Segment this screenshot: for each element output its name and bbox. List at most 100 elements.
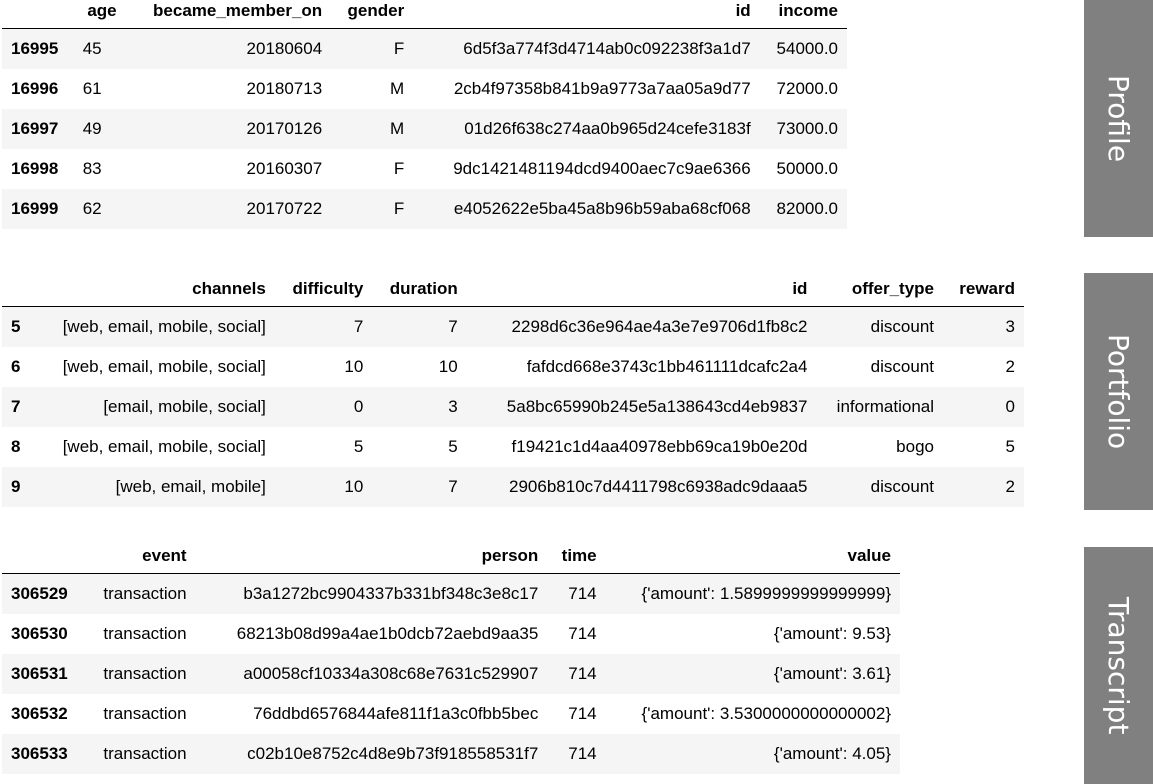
cell-reward: 2: [1005, 356, 1015, 376]
cell-gender: M: [390, 118, 405, 138]
cell-income: 73000.0: [776, 118, 838, 138]
row-index: 306530: [11, 623, 68, 643]
table-header-row: age became_member_on gender id income: [2, 0, 847, 29]
cell-difficulty: 10: [344, 476, 364, 496]
cell-id: 2906b810c7d4411798c6938adc9daaa5: [509, 476, 808, 496]
column-header-duration: duration: [372, 272, 467, 307]
cell-id: 2298d6c36e964ae4a3e7e9706d1fb8c2: [511, 316, 808, 336]
cell-income: 50000.0: [776, 158, 838, 178]
cell-duration: 5: [448, 436, 458, 456]
table-row: 306529 transaction b3a1272bc9904337b331b…: [2, 573, 900, 614]
cell-event: transaction: [103, 583, 187, 603]
cell-id: 6d5f3a774f3d4714ab0c092238f3a1d7: [463, 38, 751, 58]
cell-id: 2cb4f97358b841b9a9773a7aa05a9d77: [453, 78, 751, 98]
cell-channels: [web, email, mobile, social]: [62, 316, 266, 336]
cell-event: transaction: [103, 703, 187, 723]
cell-age: 49: [82, 118, 102, 138]
cell-income: 72000.0: [776, 78, 838, 98]
cell-id: e4052622e5ba45a8b96b59aba68cf068: [453, 198, 751, 218]
cell-id: 01d26f638c274aa0b965d24cefe3183f: [464, 118, 751, 138]
cell-channels: [email, mobile, social]: [103, 396, 266, 416]
row-index: 16997: [11, 118, 59, 138]
column-header-id: id: [413, 0, 760, 29]
cell-time: 714: [568, 583, 597, 603]
profile-label-text: Profile: [1102, 74, 1135, 163]
cell-id: f19421c1d4aa40978ebb69ca19b0e20d: [511, 436, 808, 456]
cell-channels: [web, email, mobile, social]: [62, 436, 266, 456]
cell-difficulty: 7: [353, 316, 364, 336]
cell-offer-type: discount: [870, 356, 934, 376]
cell-income: 82000.0: [776, 198, 838, 218]
table-row: 16997 49 20170126 M 01d26f638c274aa0b965…: [2, 108, 847, 149]
cell-value: {'amount': 3.61}: [773, 663, 891, 683]
cell-offer-type: discount: [870, 476, 934, 496]
table-row: 306531 transaction a00058cf10334a308c68e…: [2, 653, 900, 694]
table-row: 306532 transaction 76ddbd6576844afe811f1…: [2, 694, 900, 734]
column-header-gender: gender: [331, 0, 414, 29]
transcript-side-label: Transcript: [1084, 547, 1153, 784]
cell-value: {'amount': 1.5899999999999999}: [641, 583, 891, 603]
cell-became-member-on: 20160307: [246, 158, 323, 178]
table-row: 8 [web, email, mobile, social] 5 5 f1942…: [2, 427, 1024, 467]
column-header-age: age: [73, 0, 126, 29]
cell-event: transaction: [103, 743, 187, 763]
column-header-event: event: [84, 539, 196, 574]
table-row: 306530 transaction 68213b08d99a4ae1b0dcb…: [2, 614, 900, 654]
row-index: 16996: [11, 78, 59, 98]
cell-age: 45: [82, 38, 102, 58]
cell-difficulty: 10: [344, 356, 364, 376]
row-index: 7: [11, 396, 21, 416]
table-row: 16995 45 20180604 F 6d5f3a774f3d4714ab0c…: [2, 28, 847, 69]
cell-income: 54000.0: [776, 38, 838, 58]
cell-value: {'amount': 9.53}: [773, 623, 891, 643]
cell-id: 5a8bc65990b245e5a138643cd4eb9837: [506, 396, 808, 416]
row-index: 5: [11, 316, 21, 336]
cell-difficulty: 5: [353, 436, 364, 456]
table-row: 9 [web, email, mobile] 10 7 2906b810c7d4…: [2, 466, 1024, 507]
cell-person: c02b10e8752c4d8e9b73f918558531f7: [247, 743, 539, 763]
cell-id: 9dc1421481194dcd9400aec7c9ae6366: [453, 158, 751, 178]
cell-value: {'amount': 4.05}: [773, 743, 891, 763]
cell-became-member-on: 20180713: [246, 78, 323, 98]
cell-age: 62: [82, 198, 102, 218]
table-row: 6 [web, email, mobile, social] 10 10 faf…: [2, 347, 1024, 387]
cell-reward: 2: [1005, 476, 1015, 496]
row-index: 9: [11, 476, 21, 496]
column-header-id: id: [466, 272, 817, 307]
row-index: 306532: [11, 703, 68, 723]
index-header: [2, 539, 85, 574]
cell-offer-type: bogo: [896, 436, 934, 456]
cell-person: 76ddbd6576844afe811f1a3c0fbb5bec: [253, 703, 539, 723]
cell-channels: [web, email, mobile]: [115, 476, 266, 496]
cell-became-member-on: 20170126: [246, 118, 323, 138]
table-header-row: event person time value: [2, 539, 900, 574]
cell-person: 68213b08d99a4ae1b0dcb72aebd9aa35: [236, 623, 539, 643]
cell-id: fafdcd668e3743c1bb461111dcafc2a4: [526, 356, 808, 376]
column-header-value: value: [605, 539, 900, 574]
cell-duration: 7: [448, 476, 458, 496]
cell-gender: F: [393, 38, 405, 58]
index-header: [2, 0, 74, 29]
index-header: [2, 272, 33, 307]
row-index: 6: [11, 356, 21, 376]
row-index: 306529: [11, 583, 68, 603]
cell-duration: 3: [448, 396, 458, 416]
portfolio-side-label: Portfolio: [1084, 273, 1153, 510]
column-header-time: time: [547, 539, 606, 574]
cell-difficulty: 0: [353, 396, 364, 416]
cell-duration: 7: [448, 316, 458, 336]
column-header-channels: channels: [32, 272, 275, 307]
profile-table: age became_member_on gender id income 16…: [2, 0, 847, 229]
cell-channels: [web, email, mobile, social]: [62, 356, 266, 376]
column-header-difficulty: difficulty: [274, 272, 373, 307]
cell-became-member-on: 20180604: [246, 38, 323, 58]
row-index: 306531: [11, 663, 68, 683]
cell-age: 61: [82, 78, 102, 98]
transcript-label-text: Transcript: [1102, 596, 1135, 735]
row-index: 16999: [11, 198, 59, 218]
table-row: 16996 61 20180713 M 2cb4f97358b841b9a977…: [2, 69, 847, 109]
table-row: 7 [email, mobile, social] 0 3 5a8bc65990…: [2, 386, 1024, 427]
column-header-offer-type: offer_type: [816, 272, 943, 307]
table-row: 5 [web, email, mobile, social] 7 7 2298d…: [2, 306, 1024, 347]
cell-value: {'amount': 3.5300000000000002}: [641, 703, 891, 723]
